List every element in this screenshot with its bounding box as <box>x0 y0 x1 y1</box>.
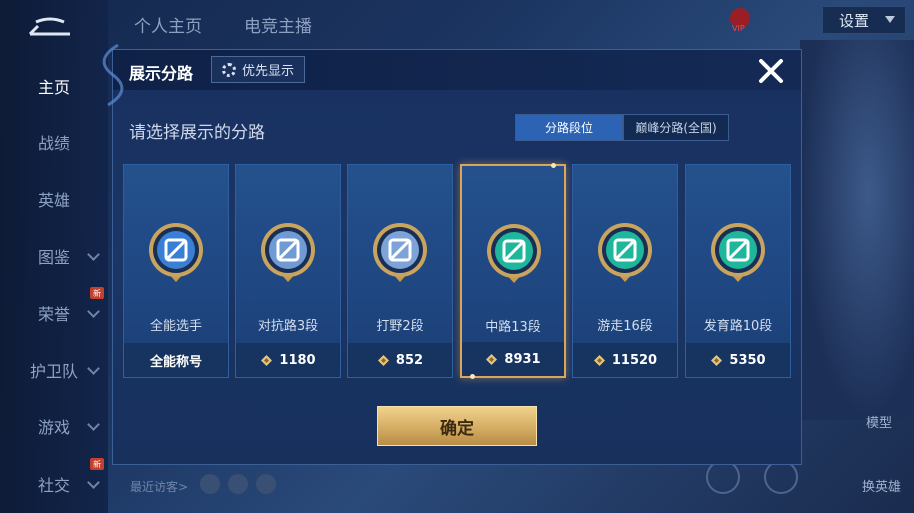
sidebar-item[interactable]: 游戏 <box>0 406 108 446</box>
lane-card[interactable]: 中路13段 8931 <box>460 163 566 379</box>
title-label: 全能称号 <box>149 354 202 370</box>
chevron-down-icon <box>87 305 100 318</box>
lane-points-value: 8931 <box>504 351 541 367</box>
close-button[interactable] <box>753 54 789 88</box>
dialog-subtitle: 请选择展示的分路 <box>129 123 265 143</box>
segment-peak-lane[interactable]: 巅峰分路(全国) <box>623 114 729 141</box>
visitor-avatar[interactable] <box>200 474 220 494</box>
lane-points-value: 1180 <box>279 352 316 368</box>
lane-card-name: 对抗路3段 <box>257 319 319 334</box>
lane-card-name: 发育路10段 <box>703 319 773 334</box>
sidebar-item-label: 图鉴 <box>37 248 70 267</box>
lane-points-icon <box>711 354 723 366</box>
dialog-header: 展示分路 优先显示 <box>113 50 801 90</box>
visitor-avatar[interactable] <box>228 474 248 494</box>
switch-hero-label[interactable]: 换英雄 <box>862 476 901 495</box>
chevron-down-icon <box>87 362 100 375</box>
sidebar-item[interactable]: 荣誉 <box>0 293 108 333</box>
hero-backdrop <box>800 40 914 420</box>
sidebar-item-label: 英雄 <box>37 191 70 210</box>
lane-points-icon <box>486 353 498 365</box>
new-badge: 新 <box>90 458 104 470</box>
new-badge: 新 <box>90 287 104 299</box>
vip-label: VIP <box>732 24 745 33</box>
selection-corner-dot <box>551 163 556 168</box>
lane-card-footer: 852 <box>348 343 452 377</box>
all-round-emblem-icon <box>149 223 203 282</box>
visitor-avatar[interactable] <box>256 474 276 494</box>
chevron-down-icon <box>87 476 100 489</box>
sidebar-item[interactable]: 护卫队 <box>0 350 108 390</box>
lane-card-footer: 全能称号 <box>124 343 228 377</box>
sidebar-item-label: 荣誉 <box>37 305 70 324</box>
tab-esports[interactable]: 电竞主播 <box>244 12 312 37</box>
farm-lane-emblem-icon <box>711 223 765 282</box>
settings-dropdown[interactable]: 设置 <box>822 6 906 34</box>
chevron-down-icon <box>87 418 100 431</box>
segment-lane-rank[interactable]: 分路段位 <box>515 114 623 141</box>
sidebar-item-label: 游戏 <box>37 418 70 437</box>
back-arrow-icon[interactable] <box>22 12 78 42</box>
lane-display-dialog: 展示分路 优先显示 请选择展示的分路 分路段位 巅峰分路(全国) 全能选手全能称… <box>112 49 802 465</box>
settings-label: 设置 <box>839 11 870 30</box>
confirm-button[interactable]: 确定 <box>377 406 537 446</box>
lane-card[interactable]: 打野2段 852 <box>347 164 453 378</box>
recent-visitors-link[interactable]: 最近访客> <box>130 478 188 495</box>
lane-card[interactable]: 对抗路3段 1180 <box>235 164 341 378</box>
chevron-down-icon <box>87 248 100 261</box>
lane-card-name: 全能选手 <box>149 319 202 334</box>
segment-control: 分路段位 巅峰分路(全国) <box>515 114 729 141</box>
decorative-swirl <box>102 43 124 107</box>
lane-card-name: 中路13段 <box>485 320 541 335</box>
sidebar-item[interactable]: 英雄 <box>0 179 108 219</box>
lane-points-value: 5350 <box>729 352 766 368</box>
lane-card-footer: 11520 <box>573 343 677 377</box>
lane-points-value: 11520 <box>611 352 658 368</box>
lane-points-icon <box>261 354 273 366</box>
tab-profile[interactable]: 个人主页 <box>134 12 202 37</box>
model-label[interactable]: 模型 <box>866 412 892 431</box>
jungle-emblem-icon <box>373 223 427 282</box>
lane-points-icon <box>593 354 605 366</box>
lane-card[interactable]: 发育路10段 5350 <box>685 164 791 378</box>
sidebar-item-label: 主页 <box>37 78 70 97</box>
selection-corner-dot <box>470 374 475 379</box>
sidebar-item-label: 护卫队 <box>29 362 78 381</box>
sidebar-item[interactable]: 社交 <box>0 464 108 504</box>
roam-emblem-icon <box>598 223 652 282</box>
priority-display-label: 优先显示 <box>242 64 295 79</box>
sidebar-item-label: 战绩 <box>37 134 70 153</box>
lane-card-footer: 8931 <box>462 342 564 376</box>
caret-down-icon <box>885 16 895 23</box>
clash-lane-emblem-icon <box>261 223 315 282</box>
lane-card-name: 打野2段 <box>376 319 424 334</box>
lane-points-value: 852 <box>395 352 424 368</box>
gear-icon <box>222 62 236 77</box>
mid-lane-emblem-icon <box>487 224 541 283</box>
lane-card-footer: 5350 <box>686 343 790 377</box>
sidebar-item[interactable]: 图鉴 <box>0 236 108 276</box>
sidebar-item-label: 社交 <box>37 476 70 495</box>
priority-display-button[interactable]: 优先显示 <box>211 56 305 83</box>
close-icon <box>759 59 783 83</box>
lane-card[interactable]: 全能选手 全能称号 <box>123 164 229 378</box>
lane-card[interactable]: 游走16段 11520 <box>572 164 678 378</box>
action-button[interactable] <box>706 460 740 494</box>
lane-card-footer: 1180 <box>236 343 340 377</box>
play-button[interactable] <box>764 460 798 494</box>
lane-card-name: 游走16段 <box>597 319 653 334</box>
lane-points-icon <box>377 354 389 366</box>
sidebar-item[interactable]: 战绩 <box>0 122 108 162</box>
